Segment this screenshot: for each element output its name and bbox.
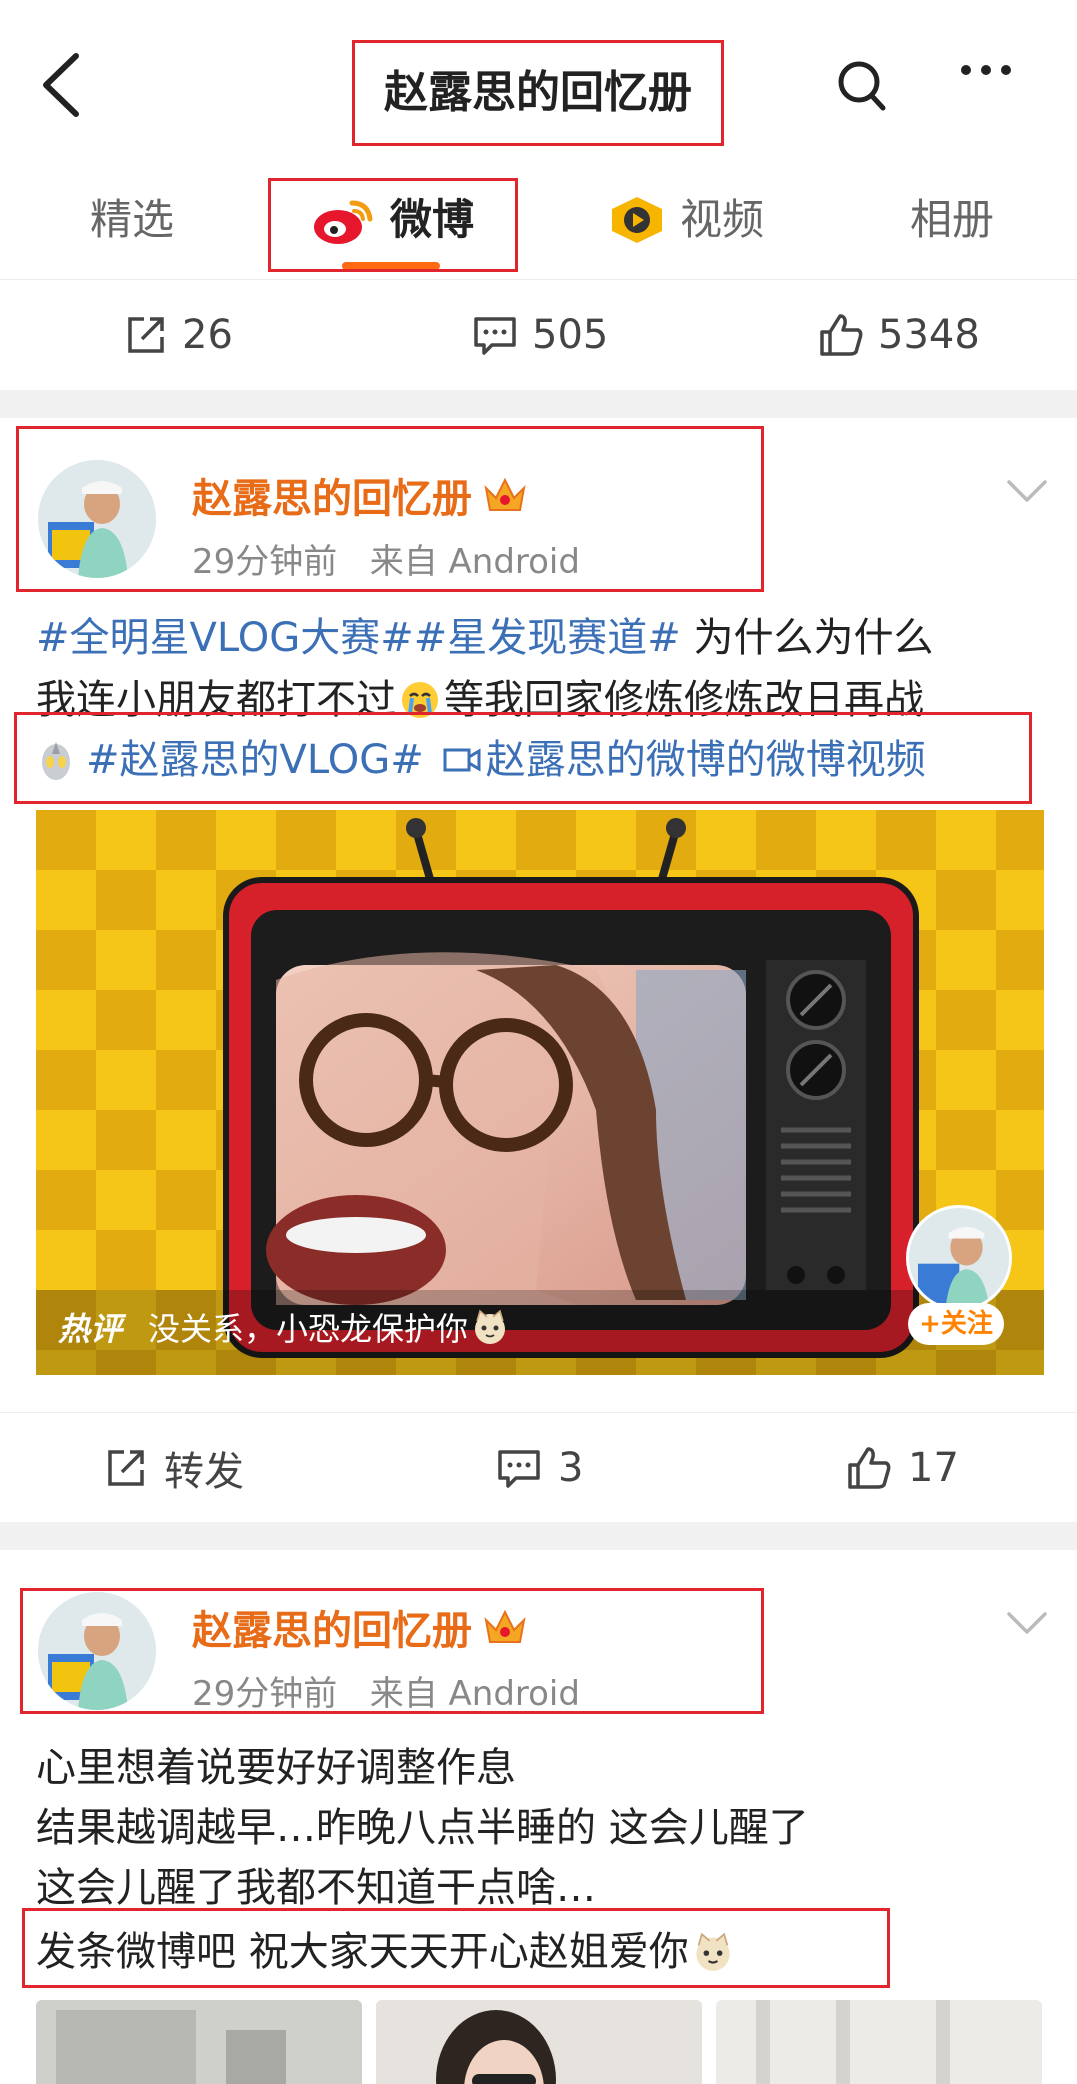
post-image-thumbnail[interactable] [36, 2000, 362, 2084]
share-icon [128, 317, 164, 353]
comment-button[interactable]: 3 [496, 1413, 583, 1523]
thumbnail-image [716, 2000, 1042, 2084]
video-author-avatar[interactable] [906, 1205, 1012, 1311]
post-image-thumbnail[interactable] [376, 2000, 702, 2084]
tab-featured[interactable]: 精选 [90, 160, 174, 280]
post-actions: 转发 3 17 [0, 1412, 1077, 1522]
back-arrow-icon[interactable] [38, 52, 84, 118]
post-text-line: #全明星VLOG大赛##星发现赛道# 为什么为什么 [36, 615, 934, 661]
hashtag-link[interactable]: #全明星VLOG大赛# [36, 615, 414, 661]
post-image-thumbnail[interactable] [716, 2000, 1042, 2084]
stats-bar: 26 505 5348 [0, 285, 1077, 385]
section-divider [0, 390, 1077, 418]
annotation-box-user1 [16, 426, 764, 592]
cat-emoji-icon [475, 1309, 506, 1344]
post-text-line: 心里想着说要好好调整作息 [36, 1745, 516, 1791]
annotation-box-title [352, 40, 724, 146]
share-icon [108, 1450, 144, 1486]
like-button[interactable]: 17 [846, 1413, 959, 1523]
post-text-line: 结果越调越早…昨晚八点半睡的 这会儿醒了 [36, 1805, 809, 1851]
comment-icon [474, 317, 516, 355]
search-icon[interactable] [836, 58, 888, 114]
annotation-box-last-line [22, 1908, 890, 1988]
video-channel-icon [612, 197, 662, 243]
thumbnail-image [376, 2000, 702, 2084]
annotation-box-tag [14, 712, 1032, 804]
thumbs-up-icon [820, 314, 863, 356]
comment-count[interactable]: 505 [472, 285, 608, 385]
hot-comment-label: 热评 [58, 1310, 123, 1348]
annotation-box-weibo-tab [268, 178, 518, 272]
chevron-down-icon[interactable] [1006, 478, 1048, 504]
repost-button[interactable]: 转发 [104, 1413, 244, 1523]
more-options-icon[interactable] [958, 60, 1014, 80]
hashtag-link[interactable]: #星发现赛道# [414, 615, 681, 661]
follow-button[interactable]: +关注 [908, 1303, 1004, 1345]
thumbs-up-icon [848, 1447, 891, 1489]
like-count[interactable]: 5348 [818, 285, 980, 385]
thumbnail-image [36, 2000, 362, 2084]
hot-comment: 热评 没关系，小恐龙保护你 [58, 1304, 508, 1350]
annotation-box-user2 [20, 1588, 764, 1714]
tab-bar: 精选 微博 视频 相册 [0, 160, 1077, 280]
video-player[interactable]: 热评 没关系，小恐龙保护你 +关注 [36, 810, 1044, 1375]
tab-video-label: 视频 [680, 195, 765, 244]
tab-video[interactable]: 视频 [608, 160, 764, 280]
video-thumbnail [36, 810, 1044, 1375]
repost-count[interactable]: 26 [124, 285, 233, 385]
comment-icon [498, 1450, 540, 1488]
chevron-down-icon[interactable] [1006, 1610, 1048, 1636]
tab-album[interactable]: 相册 [910, 160, 994, 280]
section-divider [0, 1522, 1077, 1550]
